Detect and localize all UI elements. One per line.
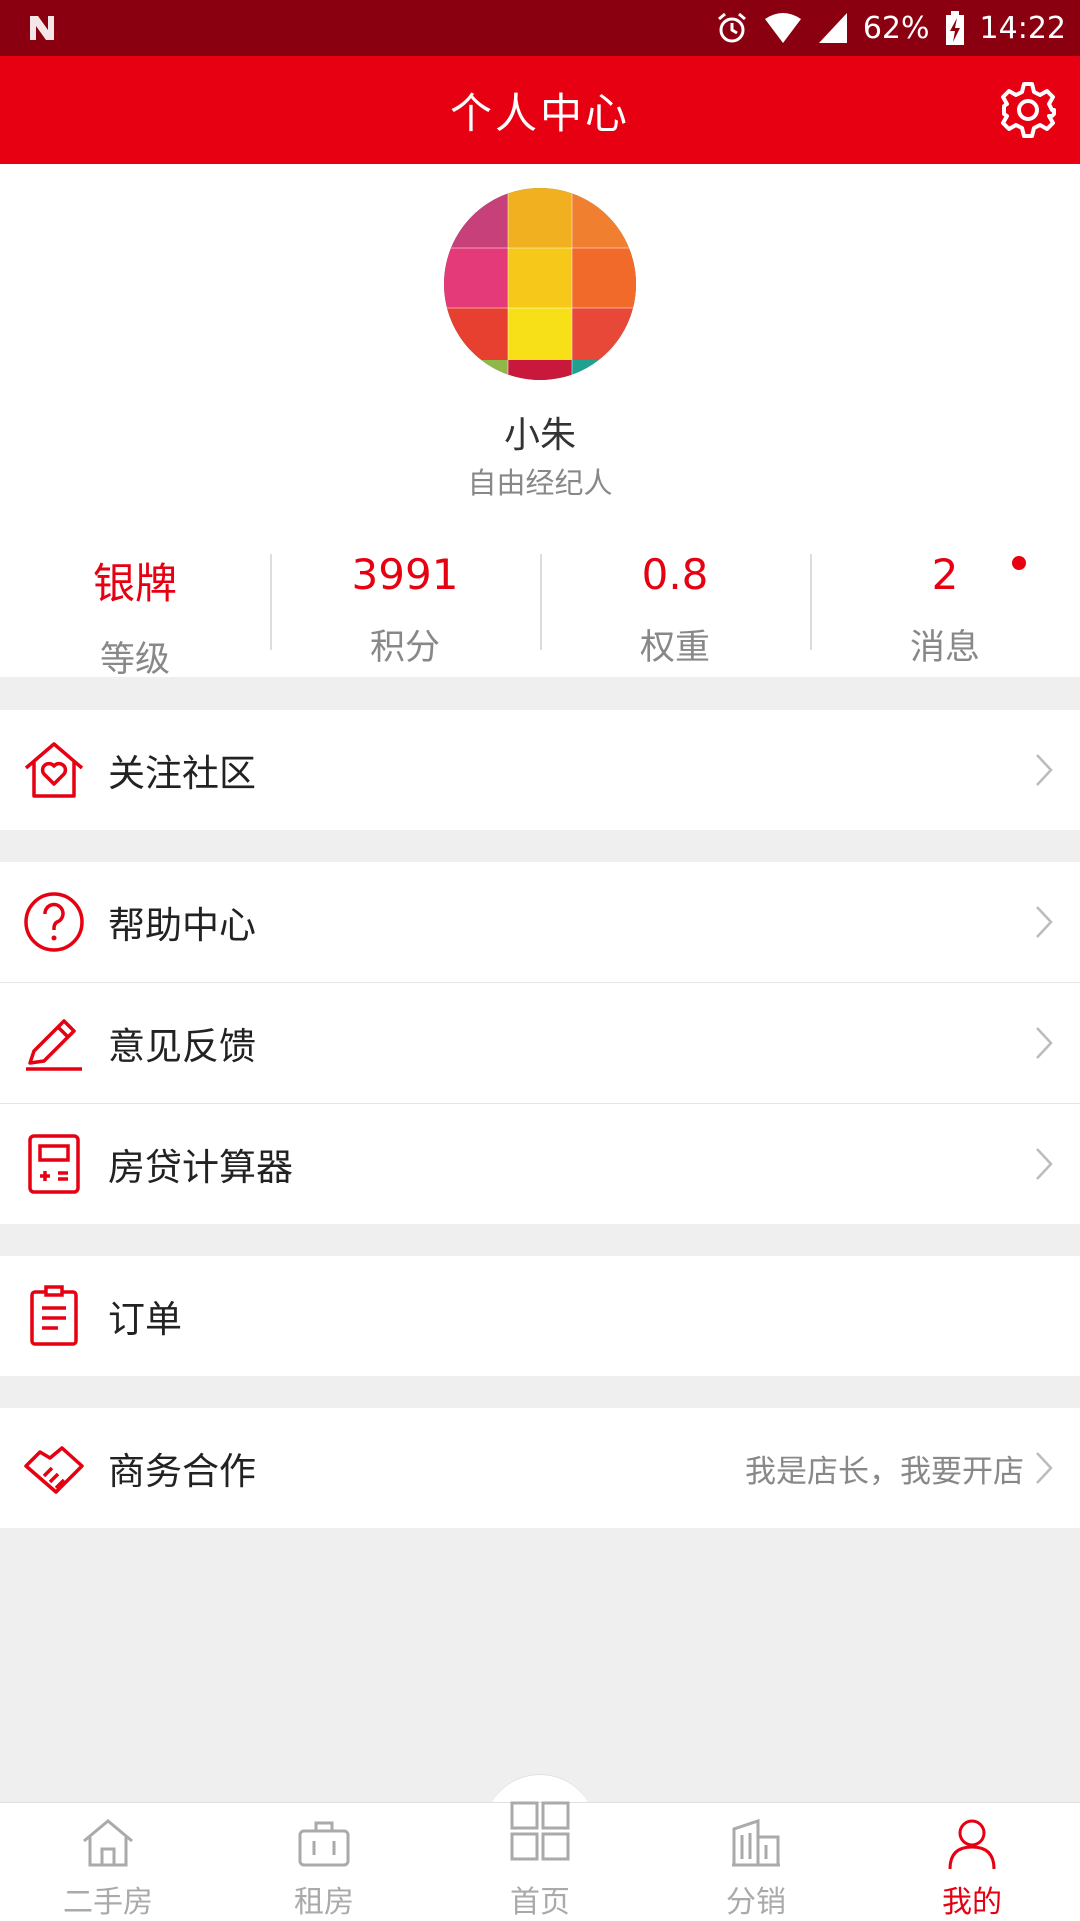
tab-label: 我的 xyxy=(942,1885,1002,1920)
divider xyxy=(270,554,272,650)
menu-label: 房贷计算器 xyxy=(108,1146,293,1189)
stats-bar: 银牌 等级 3991 积分 0.8 权重 2 消息 xyxy=(0,534,1080,680)
tab-mine[interactable]: 我的 xyxy=(864,1803,1080,1921)
stat-value: 2 xyxy=(931,550,959,599)
menu-label: 关注社区 xyxy=(108,752,256,795)
stat-points[interactable]: 3991 积分 xyxy=(270,534,540,668)
menu-item-help-center[interactable]: 帮助中心 xyxy=(0,862,1080,982)
person-icon xyxy=(948,1819,996,1870)
house-icon xyxy=(83,1819,133,1867)
grid-icon xyxy=(510,1801,570,1861)
house-heart-icon xyxy=(24,742,84,798)
gear-icon[interactable] xyxy=(996,78,1060,142)
wifi-icon xyxy=(764,13,801,43)
tab-label: 首页 xyxy=(510,1885,570,1920)
battery-percent: 62% xyxy=(862,10,930,46)
n-logo-icon xyxy=(30,16,54,40)
alarm-icon xyxy=(717,12,746,43)
menu-label: 帮助中心 xyxy=(108,904,256,947)
signal-icon xyxy=(818,13,847,43)
status-bar: 62% 14:22 xyxy=(0,0,1080,56)
buildings-icon xyxy=(732,1818,780,1867)
menu-item-feedback[interactable]: 意见反馈 xyxy=(0,982,1080,1103)
clock: 14:22 xyxy=(979,10,1066,46)
profile-card: 小朱 自由经纪人 银牌 等级 3991 积分 0.8 权重 2 消息 xyxy=(0,164,1080,680)
tab-label: 租房 xyxy=(294,1885,354,1920)
battery-charging-icon xyxy=(945,11,964,45)
menu-label: 商务合作 xyxy=(108,1450,256,1493)
tab-second-hand[interactable]: 二手房 xyxy=(0,1803,216,1921)
page-title: 个人中心 xyxy=(449,88,630,138)
menu-label: 意见反馈 xyxy=(108,1025,256,1068)
stat-weight[interactable]: 0.8 权重 xyxy=(540,534,810,668)
handshake-icon xyxy=(24,1446,84,1494)
question-icon xyxy=(24,892,84,952)
pencil-icon xyxy=(26,1019,82,1071)
menu-group-community: 关注社区 xyxy=(0,710,1080,830)
open-store-hint: 我是店长，我要开店 xyxy=(745,1453,1024,1490)
stat-level[interactable]: 银牌 等级 xyxy=(0,534,270,680)
stat-value: 0.8 xyxy=(641,550,709,599)
menu-item-mortgage-calculator[interactable]: 房贷计算器 xyxy=(0,1103,1080,1224)
tab-rent[interactable]: 租房 xyxy=(216,1803,432,1921)
menu-group-business: 商务合作 我是店长，我要开店 xyxy=(0,1408,1080,1528)
chevron-right-icon xyxy=(1036,906,1053,938)
stat-label: 权重 xyxy=(639,628,710,668)
user-role: 自由经纪人 xyxy=(467,466,613,500)
tab-home[interactable]: 首页 xyxy=(432,1801,648,1921)
stat-value: 银牌 xyxy=(92,559,177,608)
chevron-right-icon xyxy=(1036,1027,1053,1059)
divider xyxy=(810,554,812,650)
chevron-right-icon xyxy=(1036,754,1053,786)
stat-label: 积分 xyxy=(369,628,440,668)
stat-label: 等级 xyxy=(99,640,170,680)
stat-label: 消息 xyxy=(909,628,980,668)
menu-group-tools: 帮助中心 意见反馈 房贷计算器 xyxy=(0,862,1080,1224)
chevron-right-icon xyxy=(1036,1148,1053,1180)
avatar[interactable] xyxy=(444,188,636,380)
chevron-right-icon xyxy=(1036,1452,1053,1484)
menu-item-orders[interactable]: 订单 xyxy=(0,1256,1080,1376)
divider xyxy=(540,554,542,650)
user-name: 小朱 xyxy=(503,415,576,456)
briefcase-icon xyxy=(298,1821,350,1867)
tab-label: 二手房 xyxy=(63,1885,153,1920)
menu-group-orders: 订单 xyxy=(0,1256,1080,1376)
unread-dot xyxy=(1012,556,1026,570)
menu-item-business[interactable]: 商务合作 我是店长，我要开店 xyxy=(0,1408,1080,1528)
tab-label: 分销 xyxy=(726,1885,786,1920)
bottom-tab-bar: 二手房 租房 首页 分销 我的 xyxy=(0,1801,1080,1921)
tab-distribution[interactable]: 分销 xyxy=(648,1803,864,1921)
clipboard-icon xyxy=(30,1285,78,1346)
stat-messages[interactable]: 2 消息 xyxy=(810,534,1080,668)
calculator-icon xyxy=(28,1134,80,1194)
menu-label: 订单 xyxy=(108,1298,182,1341)
menu-item-follow-community[interactable]: 关注社区 xyxy=(0,710,1080,830)
stat-value: 3991 xyxy=(351,550,459,599)
title-bar: 个人中心 xyxy=(0,56,1080,164)
